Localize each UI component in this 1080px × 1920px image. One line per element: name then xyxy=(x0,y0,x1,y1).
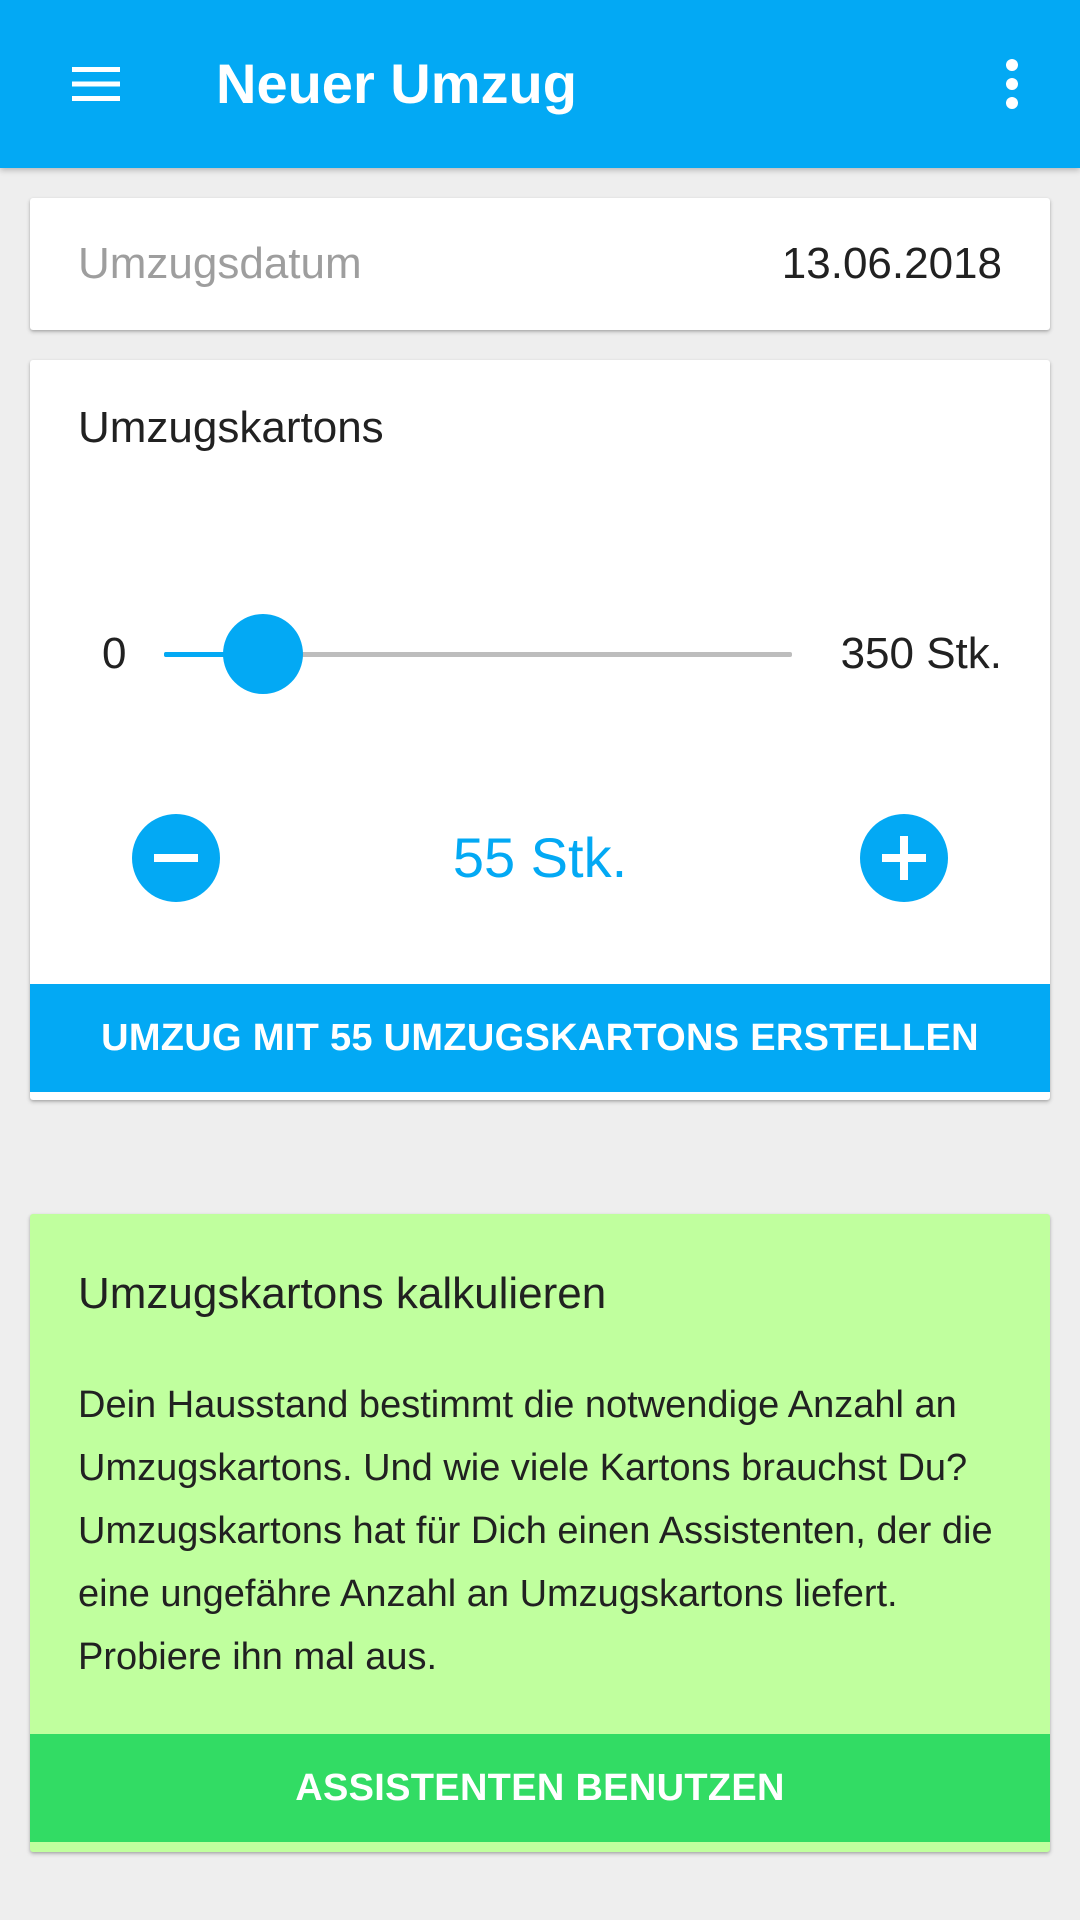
slider-thumb[interactable] xyxy=(223,614,303,694)
hamburger-menu-glyph xyxy=(72,67,120,101)
plus-icon-vertical xyxy=(900,836,908,880)
increment-button[interactable] xyxy=(860,814,948,902)
slider-min-label: 0 xyxy=(102,629,127,678)
move-date-label: Umzugsdatum xyxy=(78,239,362,288)
calculator-card: Umzugskartons kalkulieren Dein Hausstand… xyxy=(30,1214,1050,1852)
create-move-button[interactable]: UMZUG MIT 55 UMZUGSKARTONS ERSTELLEN xyxy=(30,984,1050,1092)
move-date-value[interactable]: 13.06.2018 xyxy=(782,238,1002,290)
use-assistant-button[interactable]: ASSISTENTEN BENUTZEN xyxy=(30,1734,1050,1842)
page-title: Neuer Umzug xyxy=(216,52,577,115)
calculator-title: Umzugskartons kalkulieren xyxy=(78,1269,607,1318)
more-vert-glyph xyxy=(1006,59,1018,109)
move-date-card[interactable]: Umzugsdatum 13.06.2018 xyxy=(30,198,1050,330)
moving-boxes-title: Umzugskartons xyxy=(78,403,384,452)
app-bar: Neuer Umzug xyxy=(0,0,1080,168)
slider-max-label: 350 Stk. xyxy=(840,629,1002,678)
calculator-description: Dein Hausstand bestimmt die notwendige A… xyxy=(78,1384,993,1678)
moving-boxes-card: Umzugskartons 0 350 Stk. 55 Stk. UMZUG M… xyxy=(30,360,1050,1100)
hamburger-menu-icon[interactable] xyxy=(48,44,144,124)
box-count-slider[interactable] xyxy=(164,614,792,694)
more-vert-icon[interactable] xyxy=(972,44,1052,124)
